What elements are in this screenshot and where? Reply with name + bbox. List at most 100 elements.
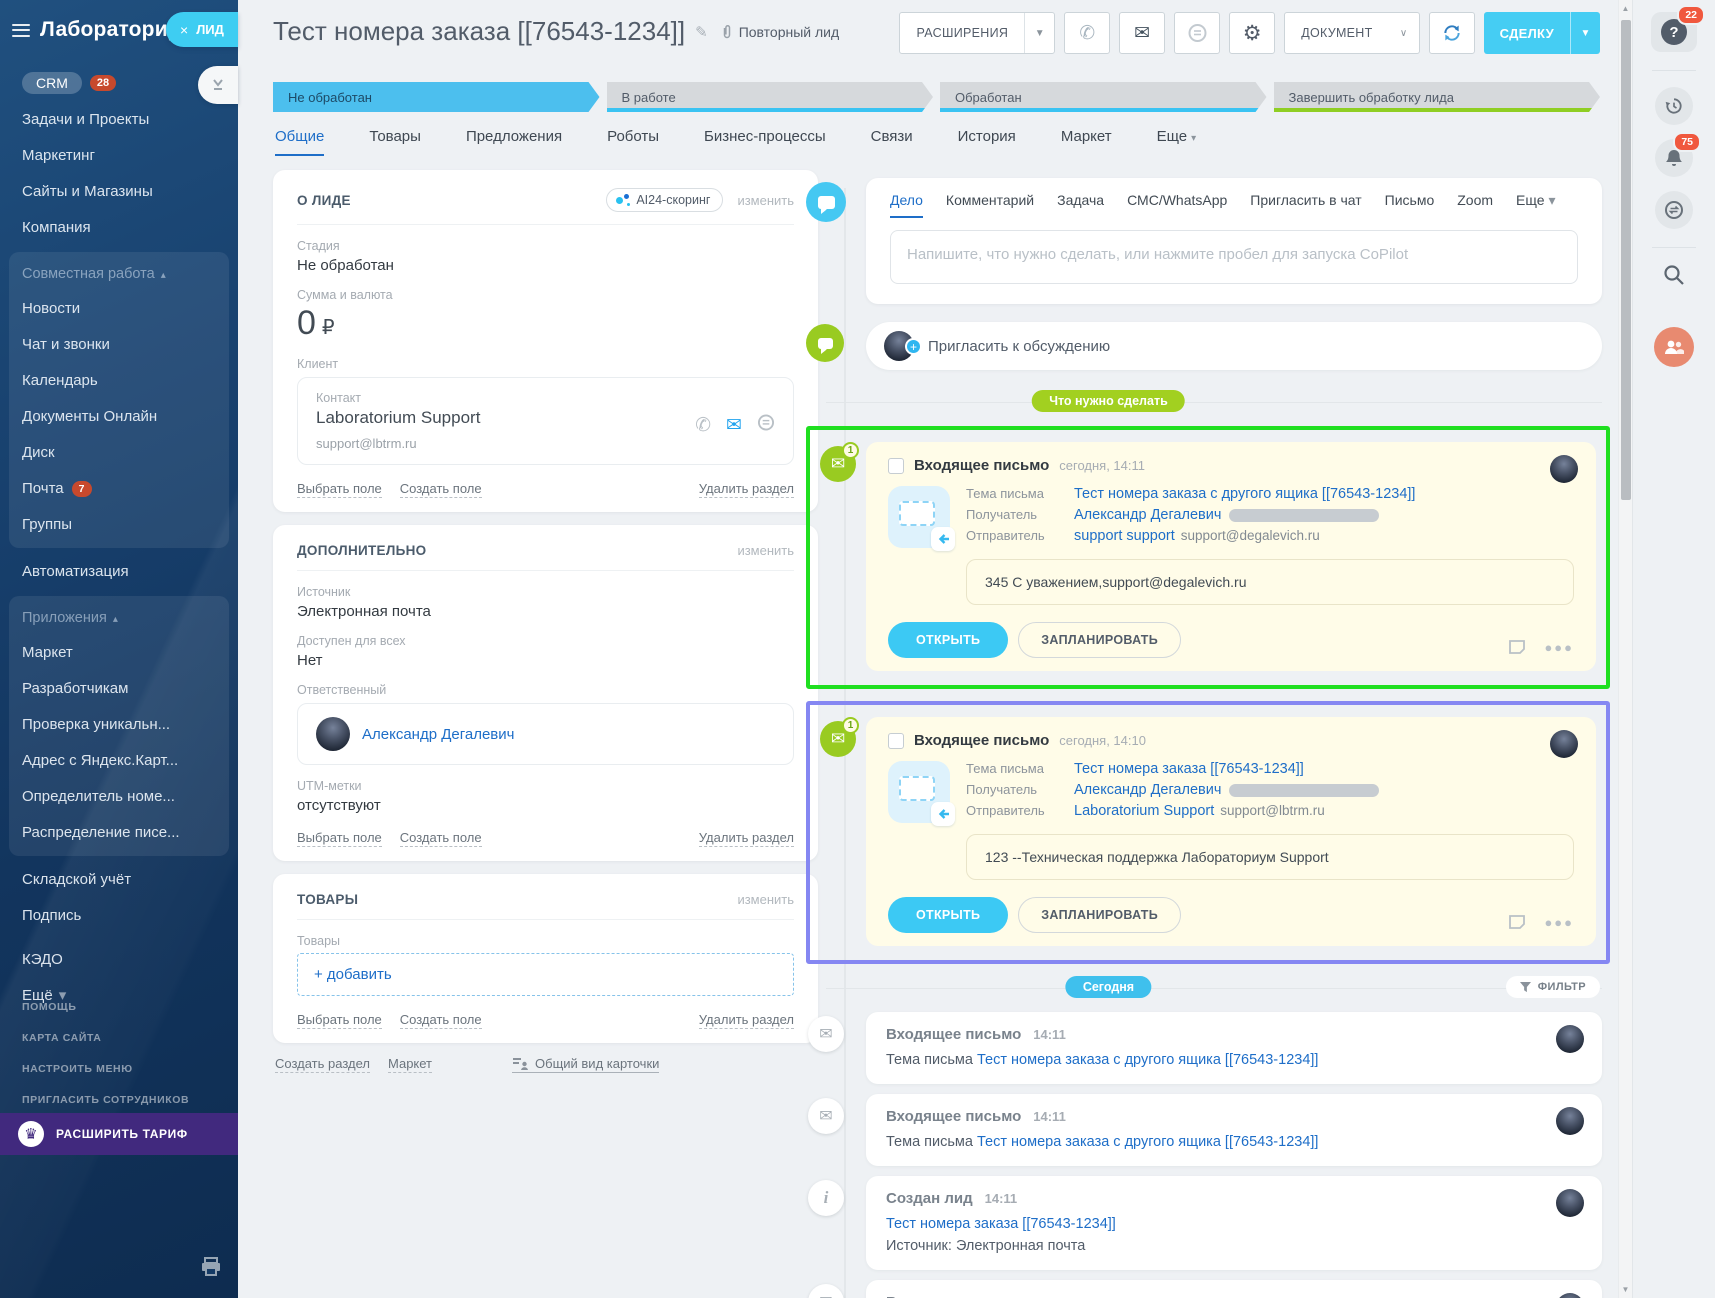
- sender-link[interactable]: Laboratorium Support: [1074, 803, 1214, 819]
- filter-button[interactable]: ФИЛЬТР: [1505, 976, 1600, 998]
- chevron-down-icon[interactable]: ▼: [1570, 12, 1600, 54]
- ai-scoring-button[interactable]: AI24-скоринг: [606, 188, 724, 212]
- chat-icon[interactable]: [757, 414, 775, 437]
- history-subject-link[interactable]: Тест номера заказа с другого ящика [[765…: [977, 1052, 1318, 1068]
- mail-body-preview[interactable]: 123 --Техническая поддержка Лабораториум…: [966, 834, 1574, 880]
- create-field-link[interactable]: Создать поле: [399, 481, 482, 498]
- schedule-button[interactable]: ЗАПЛАНИРОВАТЬ: [1018, 622, 1182, 658]
- stage-processed[interactable]: Обработан: [940, 82, 1267, 112]
- hamburger-menu-icon[interactable]: [12, 23, 30, 37]
- search-button[interactable]: [1663, 264, 1685, 291]
- avatar[interactable]: [1556, 1025, 1584, 1053]
- composer-tab-mail[interactable]: Письмо: [1385, 192, 1435, 218]
- field-value-sum[interactable]: 0 ₽: [297, 304, 794, 343]
- composer-tab-activity[interactable]: Дело: [890, 192, 923, 218]
- composer-tab-more[interactable]: Еще: [1516, 192, 1556, 218]
- sidebar-item-sites[interactable]: Сайты и Магазины: [0, 174, 238, 210]
- sidebar-item-tasks[interactable]: Задачи и Проекты: [0, 102, 238, 138]
- sidebar-item-market[interactable]: Маркет: [9, 635, 229, 671]
- more-actions-icon[interactable]: ●●●: [1544, 640, 1574, 655]
- select-field-link[interactable]: Выбрать поле: [297, 481, 382, 498]
- select-field-link[interactable]: Выбрать поле: [297, 1012, 382, 1029]
- chevron-down-icon[interactable]: ▼: [1024, 13, 1054, 53]
- history-card-lead-created[interactable]: Создан лид 14:11 Тест номера заказа [[765…: [866, 1176, 1602, 1270]
- avatar[interactable]: [1550, 455, 1578, 483]
- select-field-link[interactable]: Выбрать поле: [297, 830, 382, 847]
- sidebar-item-groups[interactable]: Группы: [9, 507, 229, 543]
- tab-more[interactable]: Еще: [1157, 128, 1197, 156]
- stage-finish-processing[interactable]: Завершить обработку лида: [1274, 82, 1601, 112]
- stage-not-processed[interactable]: Не обработан: [273, 82, 600, 112]
- tab-quotes[interactable]: Предложения: [466, 128, 562, 156]
- mail-subject-link[interactable]: Тест номера заказа с другого ящика [[765…: [1074, 486, 1415, 502]
- call-button[interactable]: ✆: [1064, 12, 1111, 54]
- composer-tab-zoom[interactable]: Zoom: [1457, 192, 1493, 218]
- sidebar-item-uniqueness-check[interactable]: Проверка уникальн...: [9, 707, 229, 743]
- sidebar-section-apps[interactable]: Приложения: [9, 601, 229, 635]
- scrollbar-thumb[interactable]: [1621, 20, 1631, 500]
- mail-checkbox[interactable]: [888, 732, 904, 749]
- edit-section-link[interactable]: изменить: [737, 892, 794, 907]
- sidebar-item-kedo[interactable]: КЭДО: [0, 942, 238, 978]
- sidebar-item-calendar[interactable]: Календарь: [9, 363, 229, 399]
- sidebar-link-help[interactable]: ПОМОЩЬ: [22, 992, 189, 1023]
- history-card[interactable]: Входящее письмо 14:11 Тема письма Тест но…: [866, 1094, 1602, 1166]
- edit-title-icon[interactable]: ✎: [695, 23, 708, 41]
- sidebar-collapse-tab[interactable]: [198, 66, 238, 104]
- composer-input[interactable]: Напишите, что нужно сделать, или нажмите…: [890, 230, 1578, 284]
- composer-tab-invite-chat[interactable]: Пригласить в чат: [1250, 192, 1361, 218]
- lead-entity-chip[interactable]: × ЛИД: [166, 12, 238, 47]
- contact-email[interactable]: support@lbtrm.ru: [316, 436, 775, 451]
- schedule-button[interactable]: ЗАПЛАНИРОВАТЬ: [1018, 897, 1182, 933]
- create-field-link[interactable]: Создать поле: [399, 830, 482, 847]
- tab-robots[interactable]: Роботы: [607, 128, 659, 156]
- composer-tab-task[interactable]: Задача: [1057, 192, 1104, 218]
- create-section-link[interactable]: Создать раздел: [275, 1056, 370, 1073]
- tab-market[interactable]: Маркет: [1061, 128, 1112, 156]
- scroll-down-arrow[interactable]: ▼: [1619, 1285, 1632, 1294]
- contact-card[interactable]: Контакт Laboratorium Support support@lbt…: [297, 377, 794, 465]
- crm-pill[interactable]: CRM: [22, 72, 82, 94]
- history-card[interactable]: Входящее письмо14:10 Тема письма Тест но…: [866, 1280, 1602, 1298]
- edit-section-link[interactable]: изменить: [737, 193, 794, 208]
- sidebar-item-developers[interactable]: Разработчикам: [9, 671, 229, 707]
- note-icon[interactable]: [1508, 914, 1526, 930]
- settings-button[interactable]: ⚙: [1229, 12, 1276, 54]
- add-product-box[interactable]: + добавить: [297, 953, 794, 996]
- sidebar-item-marketing[interactable]: Маркетинг: [0, 138, 238, 174]
- open-mail-button[interactable]: ОТКРЫТЬ: [888, 897, 1009, 933]
- sidebar-item-docs-online[interactable]: Документы Онлайн: [9, 399, 229, 435]
- chat-button[interactable]: [1174, 12, 1221, 54]
- more-actions-icon[interactable]: ●●●: [1544, 915, 1574, 930]
- tab-products[interactable]: Товары: [369, 128, 421, 156]
- document-button[interactable]: ДОКУМЕНТ ∨: [1284, 12, 1420, 54]
- mail-subject-link[interactable]: Тест номера заказа [[76543-1234]]: [1074, 761, 1304, 777]
- tab-general[interactable]: Общие: [275, 128, 325, 156]
- messenger-button[interactable]: [1655, 191, 1693, 229]
- notifications-button[interactable]: 75: [1655, 132, 1701, 177]
- sidebar-item-warehouse[interactable]: Складской учёт: [0, 862, 238, 898]
- sidebar-item-yandex-maps-address[interactable]: Адрес с Яндекс.Карт...: [9, 743, 229, 779]
- sidebar-link-sitemap[interactable]: КАРТА САЙТА: [22, 1023, 189, 1054]
- sidebar-item-number-detector[interactable]: Определитель номе...: [9, 779, 229, 815]
- sidebar-item-signature[interactable]: Подпись: [0, 898, 238, 934]
- sidebar-item-disk[interactable]: Диск: [9, 435, 229, 471]
- employees-button[interactable]: [1654, 327, 1694, 367]
- sender-link[interactable]: support support: [1074, 528, 1175, 544]
- field-value-stage[interactable]: Не обработан: [297, 257, 794, 274]
- sidebar-item-company[interactable]: Компания: [0, 210, 238, 246]
- delete-section-link[interactable]: Удалить раздел: [698, 1012, 794, 1029]
- avatar[interactable]: [1550, 730, 1578, 758]
- sidebar-item-news[interactable]: Новости: [9, 291, 229, 327]
- stage-in-progress[interactable]: В работе: [607, 82, 934, 112]
- recipient-link[interactable]: Александр Дегалевич: [1074, 507, 1221, 523]
- history-sync-button[interactable]: [1655, 87, 1693, 125]
- add-product-link[interactable]: + добавить: [314, 966, 392, 983]
- history-card[interactable]: Входящее письмо 14:11 Тема письма Тест но…: [866, 1012, 1602, 1084]
- scroll-up-arrow[interactable]: ▲: [1619, 4, 1632, 13]
- create-field-link[interactable]: Создать поле: [399, 1012, 482, 1029]
- upgrade-plan-button[interactable]: ♛ РАСШИРИТЬ ТАРИФ: [0, 1113, 238, 1155]
- sidebar-item-automation[interactable]: Автоматизация: [0, 554, 238, 590]
- sidebar-link-invite-employees[interactable]: ПРИГЛАСИТЬ СОТРУДНИКОВ: [22, 1085, 189, 1116]
- composer-tab-comment[interactable]: Комментарий: [946, 192, 1034, 218]
